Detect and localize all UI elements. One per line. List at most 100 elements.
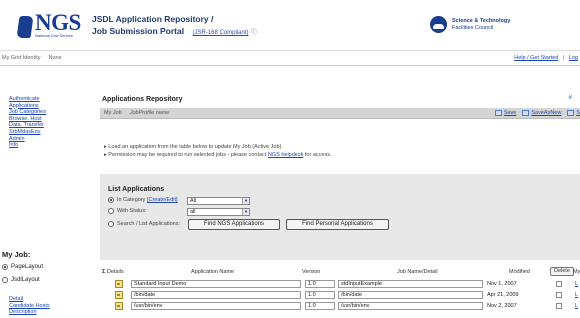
in-category-label: In Category xyxy=(117,197,146,203)
submit-action[interactable]: S xyxy=(567,110,580,116)
save-label: Save xyxy=(503,110,517,116)
modified-cell: Apr 21, 2009 xyxy=(487,292,519,298)
load-link[interactable]: L xyxy=(575,303,578,309)
ngs-logo[interactable]: NGS National Grid Service xyxy=(16,10,81,38)
category-select[interactable]: All ▼ xyxy=(187,197,250,205)
modified-cell: Nov 1, 2007 xyxy=(487,281,517,287)
chevron-down-icon[interactable]: ▼ xyxy=(242,198,249,204)
app-name-cell[interactable]: Standard Input Demo xyxy=(131,280,301,288)
nav-info[interactable]: Info xyxy=(9,142,95,149)
nav-browse-host[interactable]: Browse. Host xyxy=(9,116,95,123)
job-name-cell[interactable]: stdInputExample xyxy=(338,280,483,288)
myjob-label: My Job xyxy=(104,110,122,116)
jsr-compliance-link[interactable]: (JSR-168 Compliant) xyxy=(192,30,248,36)
load-link[interactable]: L xyxy=(575,281,578,287)
delete-checkbox[interactable] xyxy=(556,281,562,287)
identity-bar: My Grid Identity None Help / Get Started… xyxy=(0,50,580,66)
list-applications-title: List Applications xyxy=(108,186,165,193)
nav-admin[interactable]: Admin xyxy=(9,136,95,143)
instruction-line-2-suffix: for access. xyxy=(304,152,332,158)
portlet-settings-icon[interactable]: # xyxy=(569,95,572,101)
save-action[interactable]: Save xyxy=(494,110,517,116)
folder-icon[interactable] xyxy=(115,291,123,299)
help-link[interactable]: Help / Get Started xyxy=(514,55,558,61)
delete-checkbox[interactable] xyxy=(556,303,562,309)
chevron-down-icon[interactable]: ▼ xyxy=(242,209,249,215)
with-status-label: With Status: xyxy=(117,208,147,214)
title-line-2: Job Submission Portal xyxy=(92,26,185,36)
folder-icon[interactable] xyxy=(115,302,123,310)
my-header: My xyxy=(573,269,580,275)
save-as-new-action[interactable]: SaveAsNew xyxy=(522,110,561,116)
submit-label: S xyxy=(576,110,580,116)
table-row[interactable]: /usr/bin/env 1.0 /usr/bin/env Nov 2, 200… xyxy=(100,301,580,311)
login-link[interactable]: Log xyxy=(569,55,578,61)
sort-icon: Σ xyxy=(102,269,106,275)
create-edit-link[interactable]: [Create/Edit] xyxy=(147,197,178,203)
jsdl-layout-label: JsdlLayout xyxy=(11,277,40,283)
version-cell[interactable]: 1.0 xyxy=(305,302,335,310)
nav-srbmdasenv[interactable]: SrbMdasEnv xyxy=(9,129,95,136)
grid-identity-value: None xyxy=(48,55,62,61)
header: NGS National Grid Service JSDL Applicati… xyxy=(0,0,580,50)
job-name-header[interactable]: Job Name/Detail xyxy=(397,269,438,275)
myjob-bar: My Job JobProfile name Save SaveAsNew S xyxy=(100,108,580,119)
app-name-header[interactable]: Application Name xyxy=(191,269,234,275)
job-name-cell[interactable]: /bin/date xyxy=(338,291,483,299)
version-cell[interactable]: 1.0 xyxy=(305,291,335,299)
nav-applications[interactable]: Applications xyxy=(9,103,95,110)
table-row[interactable]: /bin/date 1.0 /bin/date Apr 21, 2009 L xyxy=(100,290,580,300)
nav-job-categories[interactable]: Job Categories xyxy=(9,109,95,116)
find-personal-applications-button[interactable]: Find Personal Applications xyxy=(286,219,389,230)
status-radio[interactable] xyxy=(108,208,114,214)
grid-identity-label: My Grid Identity xyxy=(2,55,41,61)
main-content: Applications Repository # My Job JobProf… xyxy=(100,66,580,318)
details-header[interactable]: Σ Details xyxy=(102,269,124,275)
submit-icon xyxy=(567,110,575,116)
save-icon xyxy=(494,110,502,116)
page-layout-label: PageLayout xyxy=(11,264,44,270)
instructions: ▸ Load an application from the table bel… xyxy=(104,143,331,159)
instruction-line-2-prefix: Permission may be required to run select… xyxy=(108,152,267,158)
repository-title: Applications Repository xyxy=(102,96,183,103)
title-line-1: JSDL Application Repository / xyxy=(92,14,214,24)
info-icon[interactable]: ⓘ xyxy=(251,30,257,36)
delete-checkbox[interactable] xyxy=(556,292,562,298)
status-select[interactable]: all ▼ xyxy=(187,208,250,216)
page-layout-radio[interactable] xyxy=(2,264,8,270)
job-name-cell[interactable]: /usr/bin/env xyxy=(338,302,483,310)
logo-subtext: National Grid Service xyxy=(35,33,73,38)
save-as-new-icon xyxy=(522,110,530,116)
modified-header[interactable]: Modified xyxy=(509,269,530,275)
job-nav-description[interactable]: Description xyxy=(9,309,50,316)
status-row: With Status: xyxy=(108,208,147,214)
delete-button[interactable]: Delete xyxy=(550,267,574,276)
ngs-helpdesk-link[interactable]: NGS helpdesk xyxy=(268,152,303,158)
link-separator: | xyxy=(562,55,565,61)
folder-icon[interactable] xyxy=(115,280,123,288)
table-header: Σ Details Application Name Version Job N… xyxy=(100,267,580,277)
nav-data-transfer[interactable]: Data. Transfer xyxy=(9,122,95,129)
details-header-label: Details xyxy=(106,269,124,275)
jsdl-layout-radio[interactable] xyxy=(2,277,8,283)
version-cell[interactable]: 1.0 xyxy=(305,280,335,288)
jsdl-layout-option[interactable]: JsdlLayout xyxy=(2,277,40,283)
nav-authenticate[interactable]: Authenticate xyxy=(9,96,95,103)
stfc-logo: Science & Technology Facilities Council xyxy=(430,16,510,33)
category-row: In Category [Create/Edit] xyxy=(108,197,178,203)
uk-map-icon xyxy=(16,16,34,38)
logo-text: NGS xyxy=(35,10,81,35)
instruction-line-1: Load an application from the table below… xyxy=(108,144,283,150)
app-name-cell[interactable]: /bin/date xyxy=(131,291,301,299)
load-link[interactable]: L xyxy=(575,292,578,298)
table-row[interactable]: Standard Input Demo 1.0 stdInputExample … xyxy=(100,279,580,289)
partner-line-1: Science & Technology xyxy=(452,17,511,24)
search-radio[interactable] xyxy=(108,221,114,227)
version-header[interactable]: Version xyxy=(302,269,320,275)
category-radio[interactable] xyxy=(108,197,114,203)
app-name-cell[interactable]: /usr/bin/env xyxy=(131,302,301,310)
page-layout-option[interactable]: PageLayout xyxy=(2,264,43,270)
status-select-value: all xyxy=(190,209,196,215)
find-ngs-applications-button[interactable]: Find NGS Applications xyxy=(188,219,280,230)
save-as-new-label: SaveAsNew xyxy=(531,110,562,116)
